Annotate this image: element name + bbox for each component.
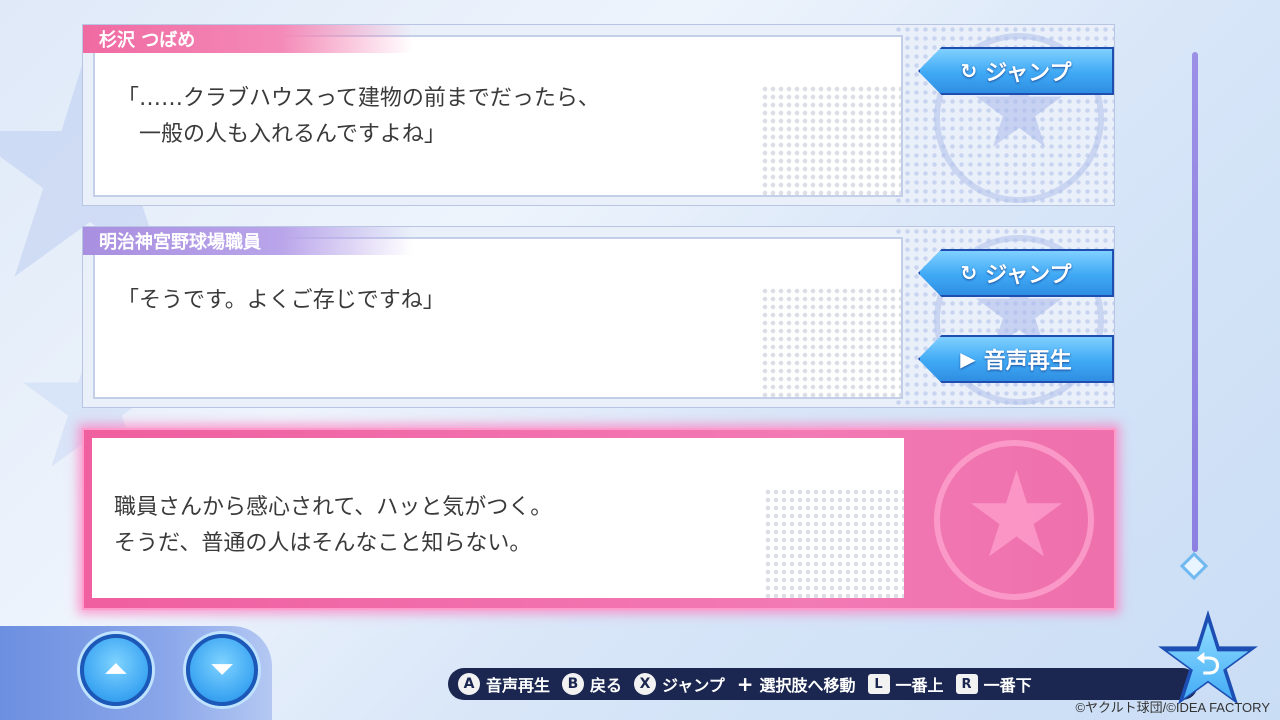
scroll-to-top-button[interactable]: ⏶	[80, 634, 152, 706]
speaker-name: 明治神宮野球場職員	[83, 227, 413, 255]
dialogue-text: 職員さんから感心されて、ハッと気がつく。 そうだ、普通の人はそんなこと知らない。	[114, 495, 553, 556]
back-arrow-icon[interactable]: ⮌	[1190, 650, 1226, 680]
jump-button-label: ジャンプ	[985, 263, 1072, 288]
scroll-to-bottom-button[interactable]: ⏷	[186, 634, 258, 706]
jump-button[interactable]: ↻ ジャンプ	[918, 249, 1114, 297]
hint-bottom: R 一番下	[955, 672, 1032, 696]
dialogue-box: 「そうです。よくご存じですね」	[93, 237, 903, 399]
dialogue-text: 「……クラブハウスって建物の前までだったら、 一般の人も入れるんですよね」	[117, 86, 600, 147]
a-button-icon: A	[458, 673, 480, 695]
hint-label: 一番上	[895, 676, 944, 695]
copyright-text: ©ヤクルト球団/©IDEA FACTORY	[1075, 700, 1270, 715]
l-button-icon: L	[867, 674, 890, 694]
hint-jump: X ジャンプ	[634, 672, 725, 696]
hint-label: 選択肢へ移動	[759, 676, 856, 695]
dialogue-text: 「そうです。よくご存じですね」	[117, 288, 445, 313]
jump-button[interactable]: ↻ ジャンプ	[918, 47, 1114, 95]
hint-voice-play: A 音声再生	[458, 672, 550, 696]
voice-play-button[interactable]: ▶ 音声再生	[918, 335, 1114, 383]
dialogue-box: 「……クラブハウスって建物の前までだったら、 一般の人も入れるんですよね」	[93, 35, 903, 197]
backlog-entry-2: 「そうです。よくご存じですね」 明治神宮野球場職員 ↻ ジャンプ ▶ 音声再生	[82, 226, 1115, 408]
chevron-up-icon: ⏶	[104, 652, 128, 687]
hint-top: L 一番上	[867, 672, 944, 696]
dpad-icon: +	[736, 672, 754, 696]
hint-label: 一番下	[983, 676, 1032, 695]
hint-label: ジャンプ	[662, 676, 725, 695]
scrollbar-thumb[interactable]	[1176, 548, 1214, 586]
jump-button-label: ジャンプ	[985, 61, 1072, 86]
chevron-down-icon: ⏷	[210, 652, 234, 687]
backlog-entry-1: 「……クラブハウスって建物の前までだったら、 一般の人も入れるんですよね」 杉沢…	[82, 24, 1115, 206]
scrollbar-track[interactable]	[1192, 52, 1198, 552]
backlog-entry-current: 職員さんから感心されて、ハッと気がつく。 そうだ、普通の人はそんなこと知らない。	[82, 428, 1116, 610]
speaker-name: 杉沢 つばめ	[83, 25, 413, 53]
dialogue-box: 職員さんから感心されて、ハッと気がつく。 そうだ、普通の人はそんなこと知らない。	[92, 438, 904, 598]
r-button-icon: R	[955, 674, 978, 694]
x-button-icon: X	[634, 673, 657, 695]
hint-label: 戻る	[590, 676, 623, 695]
b-button-icon: B	[562, 673, 585, 695]
hint-label: 音声再生	[486, 676, 551, 695]
hint-back: B 戻る	[562, 672, 622, 696]
replay-icon: ↻	[960, 261, 978, 285]
voice-play-button-label: 音声再生	[983, 349, 1072, 374]
hint-to-choices: + 選択肢へ移動	[737, 672, 856, 696]
play-icon: ▶	[960, 347, 976, 371]
controller-hint-bar: A 音声再生 B 戻る X ジャンプ + 選択肢へ移動 L 一番上 R 一番下	[448, 668, 1198, 700]
replay-icon: ↻	[960, 59, 978, 83]
